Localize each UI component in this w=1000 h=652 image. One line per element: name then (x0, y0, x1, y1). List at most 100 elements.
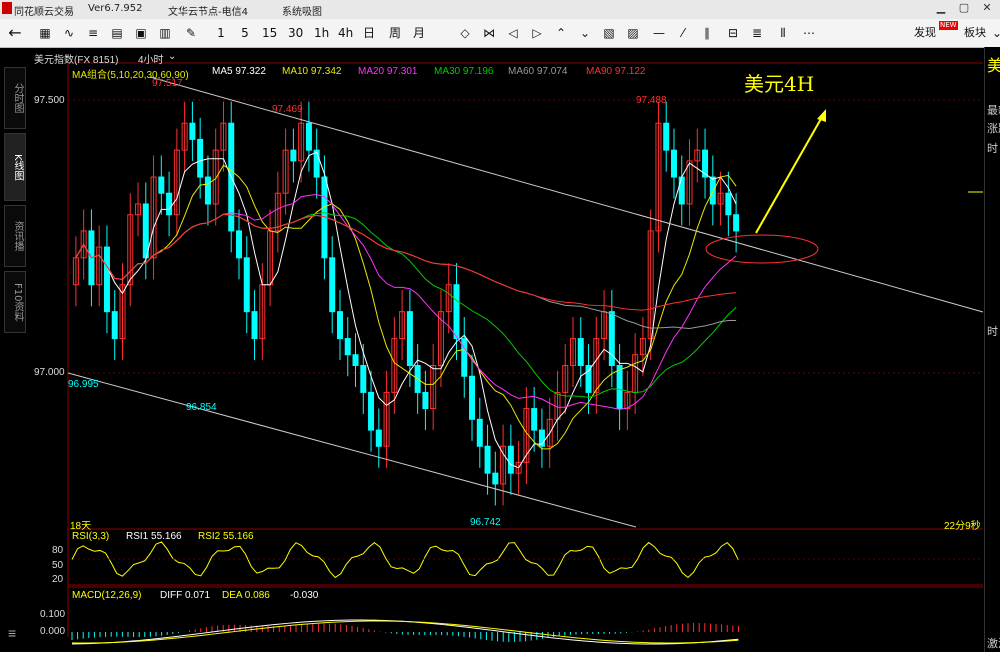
candle-body (577, 338, 584, 366)
y-axis-top: 97.500 (34, 95, 65, 106)
period-6[interactable]: 4h (338, 25, 353, 41)
high-label-3: 97.488 (636, 95, 667, 106)
app-title: 同花顺云交易 (14, 7, 74, 18)
draw-icon[interactable]: ✎ (184, 25, 198, 41)
candle-body (368, 391, 375, 431)
ma30-line (75, 212, 737, 398)
candle-body (469, 375, 476, 420)
text-tool-icon[interactable]: ≣ (750, 25, 764, 41)
period-tool-icon[interactable]: ⦀ (776, 25, 790, 41)
candle-body (305, 122, 312, 151)
tab-news[interactable]: 资讯播 (4, 205, 26, 267)
candle-body (616, 364, 623, 410)
ma-legend-item-3: MA10 97.342 (282, 66, 342, 77)
zoom-out-icon[interactable]: ⋈ (482, 25, 496, 41)
rsi2-value: RSI2 55.166 (198, 531, 254, 542)
trendline-lower (67, 372, 637, 528)
grid-icon[interactable]: ▤ (110, 25, 124, 41)
minimize-icon[interactable]: ▁ (930, 1, 952, 17)
tab-kline[interactable]: K线图 (4, 133, 26, 201)
candle-body (670, 149, 677, 178)
high-label-1: 97.517 (152, 78, 183, 89)
menu-icon[interactable]: ≡ (8, 625, 16, 641)
high-label-2: 97.469 (272, 104, 303, 115)
blocks-button[interactable]: 板块 (964, 25, 986, 41)
channel-tool-icon[interactable]: ∥ (700, 25, 714, 41)
candle-body (204, 176, 211, 205)
close-icon[interactable]: ✕ (976, 1, 998, 17)
instrument-label[interactable]: 美元指数(FX 8151) (34, 51, 118, 66)
candle-body (422, 391, 429, 410)
ma-legend-item-5: MA30 97.196 (434, 66, 494, 77)
more-icon[interactable]: ⋯ (802, 25, 816, 41)
bar-chart-icon[interactable]: ▦ (38, 25, 52, 41)
title-bar: 同花顺云交易 Ver6.7.952 文华云节点-电信4 系统吸图 ▁ ▢ ✕ (0, 0, 1000, 19)
rsi-tick-50: 50 (52, 560, 64, 571)
macd-dea-line (71, 620, 739, 644)
period-7[interactable]: 日 (362, 25, 376, 41)
chevron-down-icon[interactable]: ⌄ (168, 51, 176, 62)
zoom-in-icon[interactable]: ◇ (458, 25, 472, 41)
app-logo-icon (2, 2, 12, 14)
candle-body (158, 176, 165, 194)
candle-body (585, 364, 592, 393)
macd-diff-line (71, 619, 739, 645)
tab-timeshare[interactable]: 分时图 (4, 67, 26, 129)
period-2[interactable]: 5 (238, 25, 252, 41)
move-up-icon[interactable]: ⌃ (554, 25, 568, 41)
candle-body (142, 203, 149, 259)
move-down-icon[interactable]: ⌄ (578, 25, 592, 41)
annotation-title: 美元4H (744, 72, 815, 96)
candle-body (663, 122, 670, 151)
ma-legend-item-2: MA5 97.322 (212, 66, 266, 77)
period-4[interactable]: 30 (288, 25, 303, 41)
scroll-left-icon[interactable]: ◁ (506, 25, 520, 41)
candle-body (709, 176, 716, 205)
quote-time-label-2: 时 (987, 325, 998, 338)
candle-body (243, 257, 250, 313)
candle-body (344, 338, 351, 356)
system-message: 系统吸图 (282, 7, 322, 18)
discover-button[interactable]: 发现 (914, 25, 936, 41)
maximize-icon[interactable]: ▢ (953, 1, 975, 17)
line-chart-icon[interactable]: ∿ (62, 25, 76, 41)
macd-diff: DIFF 0.071 (160, 590, 211, 601)
back-arrow-icon[interactable]: ← (8, 25, 22, 41)
candle-body (492, 472, 499, 485)
rsi-tick-80: 80 (52, 545, 64, 556)
period-3[interactable]: 15 (262, 25, 277, 41)
scroll-right-icon[interactable]: ▷ (530, 25, 544, 41)
ma-legend-item-4: MA20 97.301 (358, 66, 418, 77)
period-1[interactable]: 1 (214, 25, 228, 41)
fib-tool-icon[interactable]: ⊟ (726, 25, 740, 41)
candle-body (111, 311, 118, 340)
news-icon[interactable]: ▥ (158, 25, 172, 41)
chart-area[interactable] (0, 47, 984, 652)
candle-body (725, 192, 732, 216)
trade-icon[interactable]: ▣ (134, 25, 148, 41)
candle-body (329, 257, 336, 313)
dropdown-icon[interactable]: ⌄ (990, 25, 1000, 41)
y-axis-mid: 97.000 (34, 367, 65, 378)
ray-tool-icon[interactable]: ⁄ (676, 25, 690, 41)
candle-body (461, 338, 468, 377)
candle-body (313, 149, 320, 178)
period-5[interactable]: 1h (314, 25, 329, 41)
period-dropdown[interactable]: 4小时 (138, 51, 164, 66)
candle-body (733, 214, 740, 232)
hline-tool-icon[interactable]: — (652, 25, 666, 41)
server-node: 文华云节点-电信4 (168, 7, 248, 18)
countdown-label: 22分9秒 (944, 521, 981, 532)
indicator-icon[interactable]: ▧ (602, 25, 616, 41)
tab-f10[interactable]: F10资料 (4, 271, 26, 333)
ma60-line (75, 213, 737, 330)
macd-tick-0000: 0.000 (40, 626, 66, 637)
period-8[interactable]: 周 (388, 25, 402, 41)
candle-body (360, 364, 367, 393)
bars-count-label: 18天 (70, 521, 92, 532)
period-9[interactable]: 月 (412, 25, 426, 41)
overlay-icon[interactable]: ▨ (626, 25, 640, 41)
low-label-3: 96.742 (470, 517, 501, 528)
ranking-icon[interactable]: ≡ (86, 25, 100, 41)
low-label-2: 96.854 (186, 402, 217, 413)
